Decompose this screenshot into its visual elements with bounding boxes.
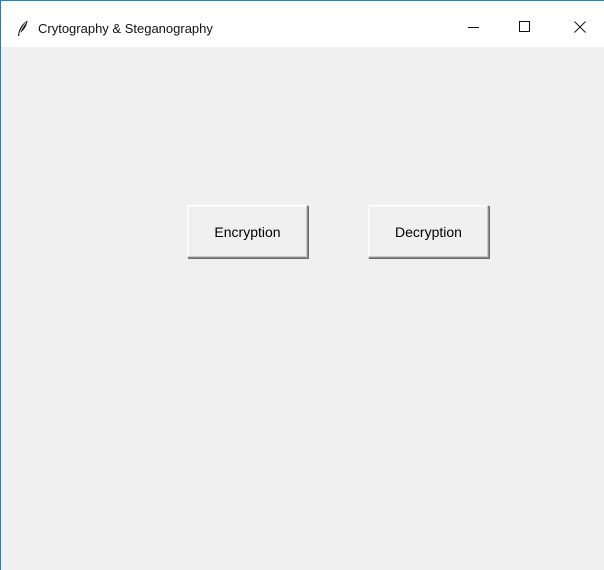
- maximize-icon: [519, 21, 531, 33]
- app-window: Crytography & Steganography Encryption D…: [0, 0, 604, 570]
- feather-icon: [17, 20, 29, 37]
- window-title: Crytography & Steganography: [38, 21, 213, 36]
- title-bar[interactable]: Crytography & Steganography: [1, 1, 604, 47]
- minimize-button[interactable]: [451, 7, 497, 47]
- decryption-button[interactable]: Decryption: [368, 205, 489, 258]
- minimize-icon: [468, 21, 480, 33]
- close-icon: [574, 21, 586, 33]
- main-content: Encryption Decryption: [1, 47, 604, 570]
- encryption-button[interactable]: Encryption: [187, 205, 308, 258]
- close-button[interactable]: [557, 7, 603, 47]
- maximize-button[interactable]: [502, 7, 548, 47]
